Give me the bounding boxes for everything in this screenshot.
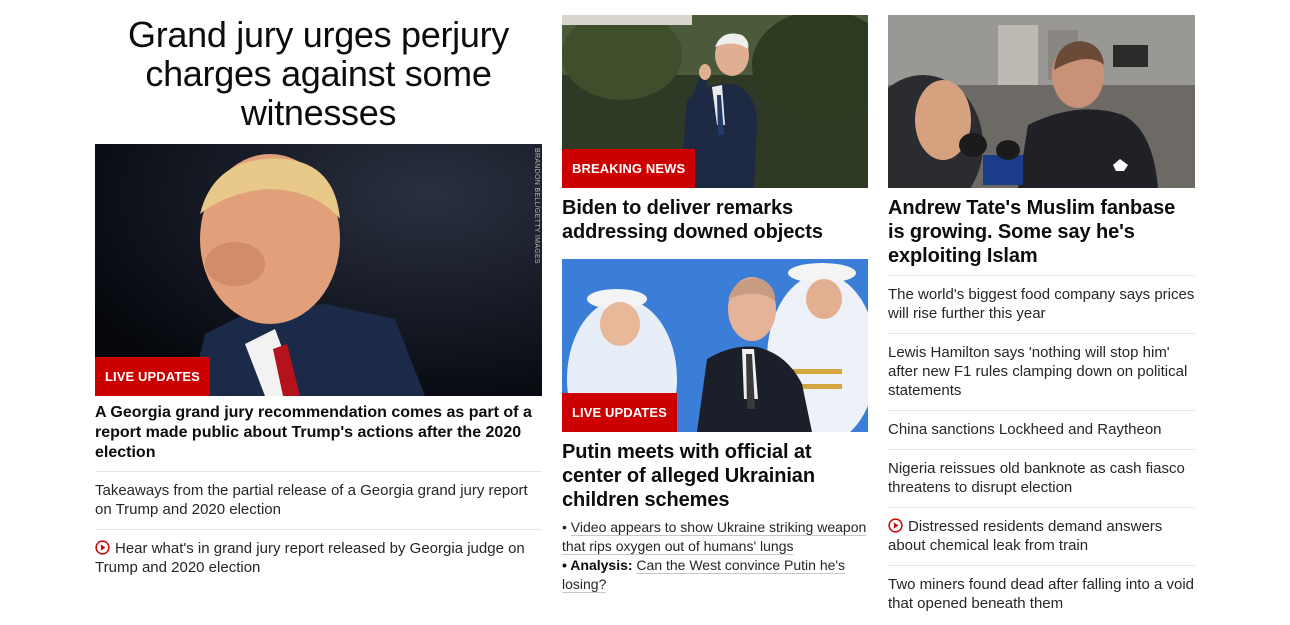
sub-link-text: Video appears to show Ukraine striking w… [562, 519, 867, 555]
play-video-icon [888, 518, 903, 533]
list-item[interactable]: Lewis Hamilton says 'nothing will stop h… [888, 333, 1195, 410]
sub-link-analysis[interactable]: • Analysis: Can the West convince Putin … [562, 556, 868, 594]
live-updates-tag: LIVE UPDATES [562, 393, 677, 432]
lead-related-links: Takeaways from the partial release of a … [95, 471, 542, 587]
list-item[interactable]: The world's biggest food company says pr… [888, 275, 1195, 333]
analysis-label: Analysis: [570, 557, 633, 573]
right-headline-list: The world's biggest food company says pr… [888, 275, 1195, 623]
link-text: Lewis Hamilton says 'nothing will stop h… [888, 344, 1188, 399]
link-text: Distressed residents demand answers abou… [888, 518, 1163, 554]
lead-title[interactable]: Grand jury urges perjury charges against… [95, 15, 542, 132]
tate-photo [888, 15, 1195, 188]
link-text: The world's biggest food company says pr… [888, 286, 1195, 322]
sub-link-ukraine-weapon[interactable]: • Video appears to show Ukraine striking… [562, 518, 868, 556]
list-item[interactable]: Hear what's in grand jury report release… [95, 529, 542, 587]
putin-image[interactable]: LIVE UPDATES [562, 259, 868, 432]
breaking-news-tag: BREAKING NEWS [562, 149, 696, 188]
lead-story-column: Grand jury urges perjury charges against… [95, 15, 542, 587]
link-text: Two miners found dead after falling into… [888, 576, 1195, 612]
image-credit: BRANDON BELL/GETTY IMAGES [533, 148, 540, 264]
list-item[interactable]: Nigeria reissues old banknote as cash fi… [888, 449, 1195, 507]
link-text: Hear what's in grand jury report release… [95, 540, 525, 576]
biden-image[interactable]: BREAKING NEWS [562, 15, 868, 188]
link-text: Takeaways from the partial release of a … [95, 482, 528, 518]
bullet: • [562, 557, 567, 573]
list-item[interactable]: Two miners found dead after falling into… [888, 565, 1195, 623]
tate-image[interactable] [888, 15, 1195, 188]
lead-headline[interactable]: A Georgia grand jury recommendation come… [95, 403, 542, 463]
list-item[interactable]: China sanctions Lockheed and Raytheon [888, 410, 1195, 449]
lead-image-trump[interactable]: BRANDON BELL/GETTY IMAGES LIVE UPDATES [95, 144, 542, 396]
right-column: Andrew Tate's Muslim fanbase is growing.… [888, 15, 1195, 623]
putin-sub-links: • Video appears to show Ukraine striking… [562, 518, 868, 594]
biden-headline[interactable]: Biden to deliver remarks addressing down… [562, 196, 868, 244]
putin-headline[interactable]: Putin meets with official at center of a… [562, 440, 868, 512]
bullet: • [562, 519, 567, 535]
link-text: China sanctions Lockheed and Raytheon [888, 421, 1162, 438]
link-text: Nigeria reissues old banknote as cash fi… [888, 460, 1185, 496]
play-video-icon [95, 540, 110, 555]
tate-headline[interactable]: Andrew Tate's Muslim fanbase is growing.… [888, 196, 1195, 268]
live-updates-tag: LIVE UPDATES [95, 357, 210, 396]
list-item[interactable]: Distressed residents demand answers abou… [888, 507, 1195, 565]
list-item[interactable]: Takeaways from the partial release of a … [95, 471, 542, 529]
middle-column: BREAKING NEWS Biden to deliver remarks a… [562, 15, 868, 594]
